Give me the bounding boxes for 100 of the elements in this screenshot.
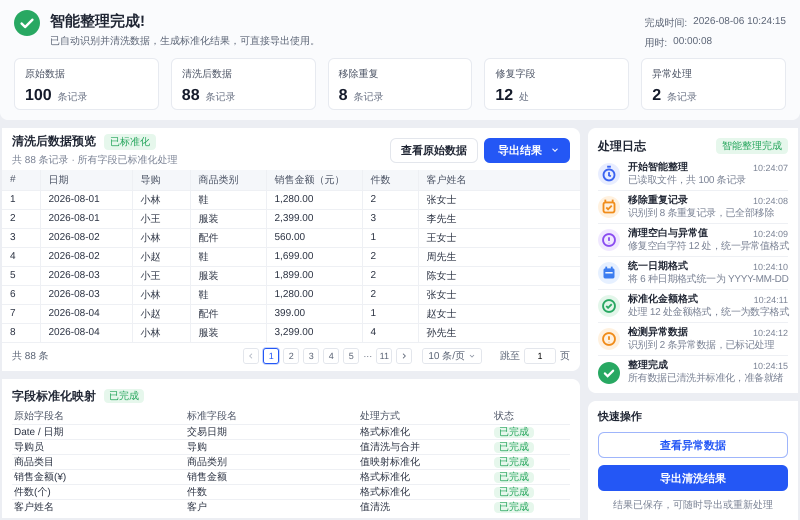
calendar-icon — [598, 262, 620, 284]
page-input[interactable]: 1 — [524, 348, 556, 364]
table-cell: 3,299.00 — [266, 323, 362, 342]
page-title: 智能整理完成! — [50, 12, 146, 31]
table-cell: 小王 — [132, 266, 190, 285]
table-cell: 2026-08-03 — [40, 285, 132, 304]
export-button[interactable]: 导出结果 — [484, 138, 570, 162]
log-title: 开始智能整理 — [628, 162, 688, 174]
table-cell: 值清洗与合并 — [358, 439, 492, 454]
save-note: 结果已保存，可随时导出或重新处理 — [612, 498, 774, 512]
column-header: 客户姓名 — [418, 170, 580, 190]
stat-unit: 条记录 — [354, 91, 384, 104]
table-cell: 1,699.00 — [266, 247, 362, 266]
table-cell: 2026-08-04 — [40, 304, 132, 323]
table-cell: 1 — [2, 190, 40, 209]
table-cell: 服装 — [190, 323, 266, 342]
pagination-ellipsis: ··· — [363, 351, 372, 361]
table-cell: 值映射标准化 — [358, 454, 492, 469]
table-cell: 560.00 — [266, 228, 362, 247]
next-page-button[interactable] — [396, 348, 412, 364]
table-cell: 客户姓名 — [12, 499, 185, 514]
table-cell: 5 — [2, 266, 40, 285]
table-cell: 小林 — [132, 190, 190, 209]
chevron-down-icon — [468, 352, 476, 360]
table-cell: 值清洗 — [358, 499, 492, 514]
check-circle-icon — [598, 362, 620, 384]
table-cell: 2 — [362, 247, 418, 266]
table-cell: 1,280.00 — [266, 190, 362, 209]
log-title: 检测异常数据 — [628, 326, 688, 338]
table-cell: 格式标准化 — [358, 469, 492, 484]
card-title: 字段标准化映射 — [12, 388, 96, 404]
meta-value: 2026-08-06 10:24:15 — [693, 16, 786, 29]
table-cell: 鞋 — [190, 247, 266, 266]
log-detail: 识别到 2 条异常数据，已标记处理 — [628, 340, 776, 352]
card-title: 快速操作 — [598, 410, 643, 424]
log-time: 10:24:15 — [752, 360, 788, 372]
jump-label: 跳至 — [500, 350, 520, 363]
page-button[interactable]: 2 — [283, 348, 300, 364]
table-cell: 2026-08-02 — [40, 247, 132, 266]
table-cell: 商品类目 — [12, 454, 185, 469]
table-cell: 服装 — [190, 209, 266, 228]
view-raw-button[interactable]: 查看原始数据 — [390, 138, 478, 162]
chevron-right-icon — [400, 352, 408, 360]
table-cell: 配件 — [190, 304, 266, 323]
table-cell: 1 — [362, 304, 418, 323]
table-cell: 张女士 — [418, 190, 580, 209]
table-cell: 销售金额 — [184, 469, 358, 484]
page-button[interactable]: 3 — [303, 348, 320, 364]
table-cell: 赵女士 — [418, 304, 580, 323]
log-title: 统一日期格式 — [628, 260, 688, 272]
status-badge: 已完成 — [494, 502, 534, 513]
page-button[interactable]: 1 — [263, 348, 280, 364]
column-header: 导购 — [132, 170, 190, 190]
meta-value: 00:00:08 — [673, 36, 712, 49]
table-cell: 1,899.00 — [266, 266, 362, 285]
column-header: 处理方式 — [358, 408, 492, 424]
log-time: 10:24:10 — [752, 260, 788, 272]
table-cell: 配件 — [190, 228, 266, 247]
table-cell: 399.00 — [266, 304, 362, 323]
table-cell: 鞋 — [190, 190, 266, 209]
column-header: 销售金额（元） — [266, 170, 362, 190]
table-cell: Date / 日期 — [12, 424, 185, 439]
view-anomalies-button[interactable]: 查看异常数据 — [598, 432, 788, 458]
page-button[interactable]: 5 — [343, 348, 360, 364]
table-cell: 件数(个) — [12, 484, 185, 499]
card-subtitle: 共 88 条记录 · 所有字段已标准化处理 — [12, 154, 179, 167]
table-cell: 客户 — [184, 499, 358, 514]
column-header: 标准字段名 — [184, 408, 358, 424]
page-button[interactable]: 11 — [376, 348, 392, 364]
stat-unit: 条记录 — [58, 91, 88, 104]
stat-unit: 处 — [519, 90, 530, 104]
log-title: 移除重复记录 — [628, 194, 688, 206]
table-cell: 2026-08-01 — [40, 209, 132, 228]
table-cell: 6 — [2, 285, 40, 304]
page-button[interactable]: 4 — [323, 348, 340, 364]
status-badge: 已完成 — [104, 389, 144, 403]
table-cell: 4 — [362, 323, 418, 342]
table-cell: 李先生 — [418, 209, 580, 228]
check-circle-icon — [598, 295, 620, 317]
table-cell: 1 — [362, 228, 418, 247]
prev-page-button[interactable] — [243, 348, 260, 364]
stat-label: 修复字段 — [495, 68, 536, 81]
stat-value: 2 — [652, 87, 662, 105]
stat-value: 8 — [338, 87, 348, 105]
log-title: 整理完成 — [628, 360, 668, 372]
table-cell: 4 — [2, 247, 40, 266]
table-cell: 小赵 — [132, 247, 190, 266]
page-size-select[interactable]: 10 条/页 — [422, 348, 482, 364]
table-cell: 商品类别 — [184, 454, 358, 469]
export-cleaned-button[interactable]: 导出清洗结果 — [598, 465, 788, 491]
column-header: 商品类别 — [190, 170, 266, 190]
table-cell: 周先生 — [418, 247, 580, 266]
log-detail: 修复空白字符 12 处，统一异常值格式 — [628, 240, 788, 252]
log-detail: 将 6 种日期格式统一为 YYYY-MM-DD — [628, 274, 788, 286]
table-cell: 小王 — [132, 209, 190, 228]
status-badge: 已完成 — [494, 426, 534, 438]
column-header: 原始字段名 — [12, 408, 185, 424]
table-cell: 小林 — [132, 323, 190, 342]
table-cell: 件数 — [184, 484, 358, 499]
status-badge: 智能整理完成 — [716, 138, 788, 154]
